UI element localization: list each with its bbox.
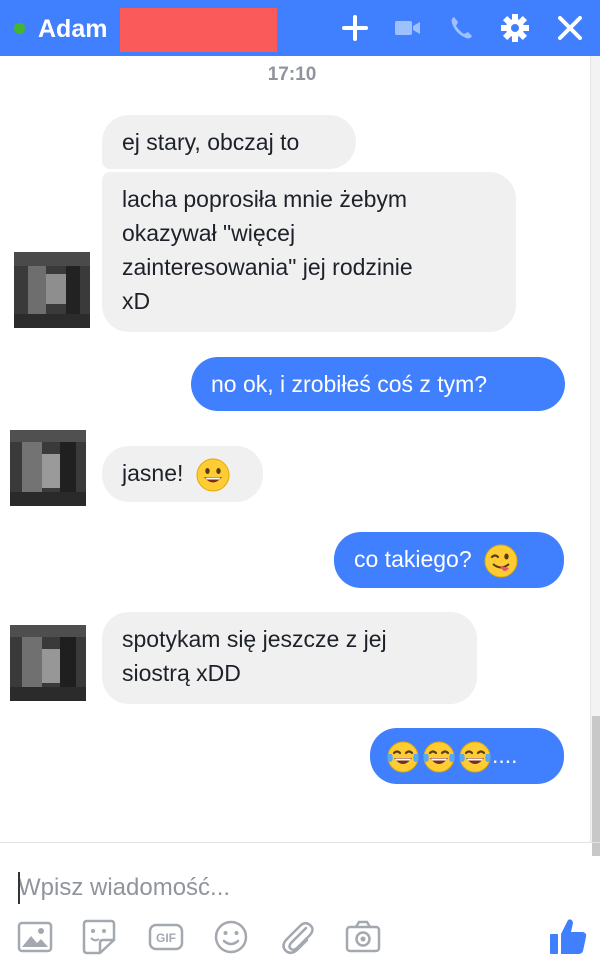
message-bubble-incoming[interactable]: ej stary, obczaj to: [102, 115, 356, 169]
scrollbar-thumb[interactable]: [592, 716, 600, 856]
gif-icon[interactable]: GIF: [145, 916, 187, 958]
composer-divider: [0, 842, 600, 843]
online-status-dot: [14, 23, 25, 34]
message-text: xD: [122, 288, 151, 314]
close-icon[interactable]: [552, 10, 588, 46]
message-text: lacha poprosiła mnie żebym: [122, 186, 408, 212]
emoji-icon[interactable]: [210, 916, 252, 958]
message-bubble-outgoing[interactable]: ....: [370, 728, 564, 784]
message-text: ....: [492, 742, 518, 768]
message-text: spotykam się jeszcze z jej: [122, 626, 387, 652]
message-input[interactable]: [18, 868, 558, 908]
message-text: co takiego?: [354, 546, 472, 572]
gif-label: GIF: [156, 931, 176, 945]
message-bubble-incoming[interactable]: lacha poprosiła mnie żebym okazywał "wię…: [102, 172, 516, 332]
message-timestamp: 17:10: [267, 64, 317, 85]
sticker-icon[interactable]: [78, 916, 120, 958]
avatar[interactable]: [10, 430, 86, 506]
like-icon[interactable]: [546, 914, 590, 958]
message-bubble-incoming[interactable]: jasne!: [102, 446, 263, 502]
message-text: jasne!: [122, 460, 184, 486]
chat-header: Adam: [0, 0, 600, 56]
video-camera-icon[interactable]: [389, 10, 425, 46]
contact-name[interactable]: Adam: [38, 15, 107, 43]
gear-icon[interactable]: [497, 10, 533, 46]
grinning-face-emoji: [196, 458, 230, 492]
tears-of-joy-emoji: [386, 740, 420, 774]
tears-of-joy-emoji: [458, 740, 492, 774]
message-text: okazywał "więcej: [122, 220, 296, 246]
message-bubble-outgoing[interactable]: co takiego?: [334, 532, 564, 588]
message-text: no ok, i zrobiłeś coś z tym?: [211, 371, 488, 397]
message-bubble-outgoing[interactable]: no ok, i zrobiłeś coś z tym?: [191, 357, 565, 411]
phone-icon[interactable]: [443, 10, 479, 46]
winking-face-with-tongue-emoji: [484, 544, 518, 578]
attachment-icon[interactable]: [276, 916, 318, 958]
message-list-scrollbar[interactable]: [590, 56, 600, 856]
message-bubble-incoming[interactable]: spotykam się jeszcze z jej siostrą xDD: [102, 612, 477, 704]
text-cursor: [18, 872, 20, 904]
avatar[interactable]: [14, 252, 90, 328]
tears-of-joy-emoji: [422, 740, 456, 774]
avatar[interactable]: [10, 625, 86, 701]
message-text: ej stary, obczaj to: [122, 129, 300, 155]
plus-icon[interactable]: [337, 10, 373, 46]
redacted-surname: [120, 8, 277, 52]
photo-icon[interactable]: [14, 916, 56, 958]
camera-icon[interactable]: [342, 916, 384, 958]
message-text: zainteresowania" jej rodzinie: [122, 254, 413, 280]
message-text: siostrą xDD: [122, 660, 241, 686]
